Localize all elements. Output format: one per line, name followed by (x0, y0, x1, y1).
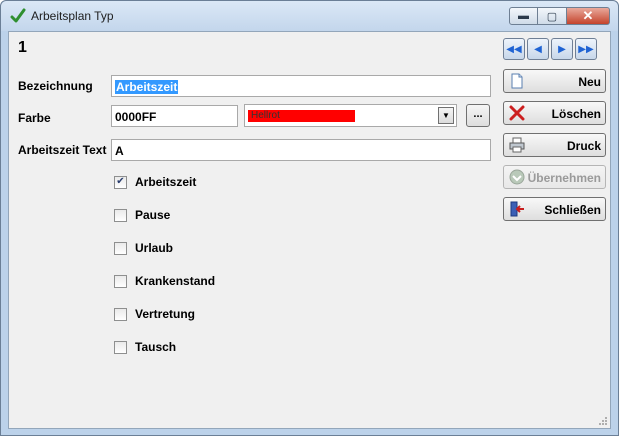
checkbox-krankenstand-box[interactable] (114, 274, 127, 288)
checkbox-vertretung-label: Vertretung (135, 307, 196, 321)
arbeitszeit-text-label: Arbeitszeit Text (18, 143, 107, 157)
close-icon: ✕ (582, 8, 594, 23)
checkbox-tausch-box[interactable] (114, 340, 127, 354)
last-record-button[interactable]: ▶▶ (575, 38, 597, 60)
window-controls: ▬ ▢ ✕ (509, 7, 610, 25)
checkmark-icon (10, 8, 26, 23)
checkbox-pause-box[interactable] (114, 208, 127, 222)
neu-button[interactable]: Neu (503, 69, 606, 93)
schliessen-button[interactable]: Schließen (503, 197, 606, 221)
farbe-value: 0000FF (115, 110, 157, 124)
checkbox-pause-label: Pause (135, 208, 171, 222)
checkbox-urlaub[interactable]: Urlaub (114, 241, 173, 255)
previous-record-button[interactable]: ◀ (527, 38, 549, 60)
chevron-down-icon[interactable]: ▼ (438, 107, 454, 124)
next-record-button[interactable]: ▶ (551, 38, 573, 60)
window-title: Arbeitsplan Typ (31, 9, 114, 23)
uebernehmen-button[interactable]: Übernehmen (503, 165, 606, 189)
main-window: Arbeitsplan Typ ▬ ▢ ✕ 1 Bezeichnung Arbe… (0, 0, 619, 436)
loeschen-button[interactable]: Löschen (503, 101, 606, 125)
checkbox-tausch-label: Tausch (135, 340, 177, 354)
checkbox-arbeitszeit-label: Arbeitszeit (135, 175, 197, 189)
bezeichnung-input[interactable]: Arbeitszeit (111, 75, 491, 97)
checkbox-urlaub-box[interactable] (114, 241, 127, 255)
arbeitszeit-text-value: A (115, 144, 124, 158)
uebernehmen-label: Übernehmen (527, 171, 601, 185)
new-document-icon (511, 73, 523, 89)
minimize-button[interactable]: ▬ (509, 7, 538, 25)
maximize-icon: ▢ (546, 10, 558, 23)
loeschen-label: Löschen (551, 107, 601, 121)
printer-icon (509, 137, 525, 153)
record-number: 1 (18, 39, 27, 56)
checkbox-urlaub-label: Urlaub (135, 241, 174, 255)
close-button[interactable]: ✕ (567, 7, 610, 25)
checkbox-krankenstand-label: Krankenstand (135, 274, 216, 288)
farbe-input[interactable]: 0000FF (111, 105, 238, 127)
exit-door-icon (510, 201, 524, 217)
checkbox-arbeitszeit[interactable]: ✔ Arbeitszeit (114, 175, 196, 189)
farbe-more-button[interactable]: ... (466, 104, 490, 127)
double-left-arrow-icon: ◀◀ (506, 43, 522, 55)
bezeichnung-label: Bezeichnung (18, 79, 93, 93)
minimize-icon: ▬ (518, 10, 529, 22)
first-record-button[interactable]: ◀◀ (503, 38, 525, 60)
accept-icon (509, 169, 525, 185)
checkbox-vertretung-box[interactable] (114, 307, 127, 321)
checkbox-arbeitszeit-box[interactable]: ✔ (114, 175, 127, 189)
farbe-combobox[interactable]: Hellrot ▼ (244, 104, 457, 127)
arbeitszeit-text-input[interactable]: A (111, 139, 491, 161)
checkbox-vertretung[interactable]: Vertretung (114, 307, 195, 321)
delete-x-icon (509, 105, 525, 121)
druck-button[interactable]: Druck (503, 133, 606, 157)
checkbox-tausch[interactable]: Tausch (114, 340, 176, 354)
neu-label: Neu (578, 75, 601, 89)
maximize-button[interactable]: ▢ (538, 7, 567, 25)
left-arrow-icon: ◀ (534, 43, 542, 55)
bezeichnung-value: Arbeitszeit (115, 80, 179, 94)
record-navigation: ◀◀ ◀ ▶ ▶▶ (503, 38, 597, 60)
client-area: 1 Bezeichnung Arbeitszeit Farbe 0000FF H… (8, 31, 611, 429)
resize-grip-icon[interactable] (598, 416, 608, 426)
checkbox-pause[interactable]: Pause (114, 208, 170, 222)
checkbox-krankenstand[interactable]: Krankenstand (114, 274, 215, 288)
double-right-arrow-icon: ▶▶ (578, 43, 594, 55)
farbe-label: Farbe (18, 111, 51, 125)
title-bar[interactable]: Arbeitsplan Typ ▬ ▢ ✕ (1, 1, 618, 31)
farbe-color-swatch: Hellrot (248, 110, 355, 122)
right-arrow-icon: ▶ (558, 43, 566, 55)
schliessen-label: Schließen (544, 203, 601, 217)
druck-label: Druck (566, 139, 601, 153)
